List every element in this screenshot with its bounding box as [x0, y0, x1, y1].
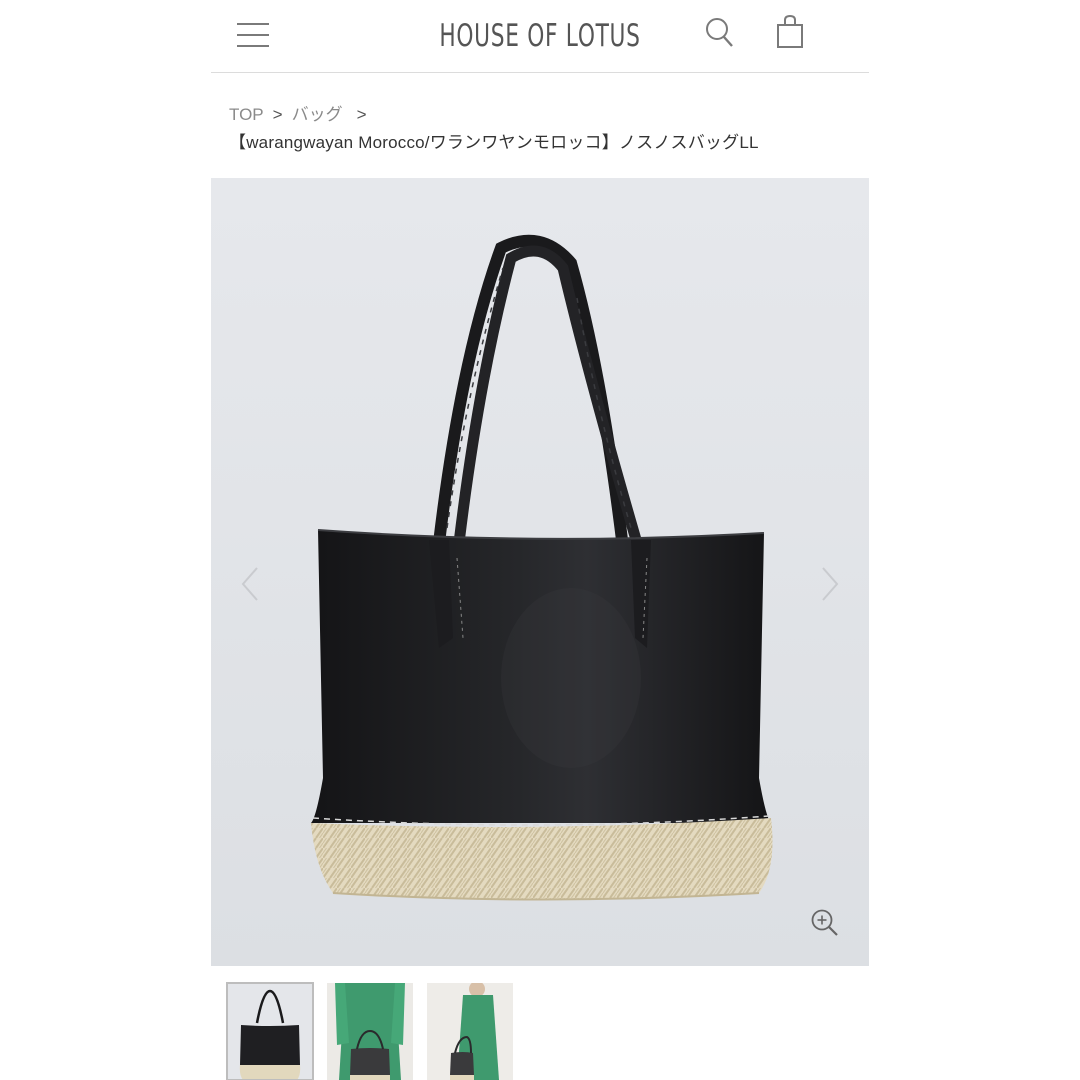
zoom-in-icon[interactable] — [810, 908, 840, 938]
thumbnail-2[interactable] — [327, 983, 413, 1080]
menu-icon[interactable] — [237, 22, 269, 48]
breadcrumb-bags[interactable]: バッグ — [292, 105, 343, 124]
site-logo[interactable]: HOUSE OF LOTUS — [310, 16, 771, 56]
shopping-bag-icon[interactable] — [775, 14, 805, 50]
search-icon[interactable] — [705, 16, 735, 50]
site-header: HOUSE OF LOTUS — [211, 0, 869, 73]
breadcrumb-top[interactable]: TOP — [229, 105, 264, 124]
thumbnail-3[interactable] — [427, 983, 513, 1080]
chevron-right-icon[interactable] — [817, 566, 841, 602]
product-title: 【warangwayan Morocco/ワランワヤンモロッコ】ノスノスバッグL… — [229, 133, 759, 152]
chevron-left-icon[interactable] — [239, 566, 263, 602]
breadcrumb: TOP > バッグ > — [229, 100, 376, 125]
product-main-image[interactable] — [211, 178, 869, 966]
thumbnail-1[interactable] — [226, 982, 314, 1080]
breadcrumb-separator: > — [272, 105, 283, 124]
product-photo — [211, 178, 869, 966]
breadcrumb-separator: > — [356, 105, 367, 124]
